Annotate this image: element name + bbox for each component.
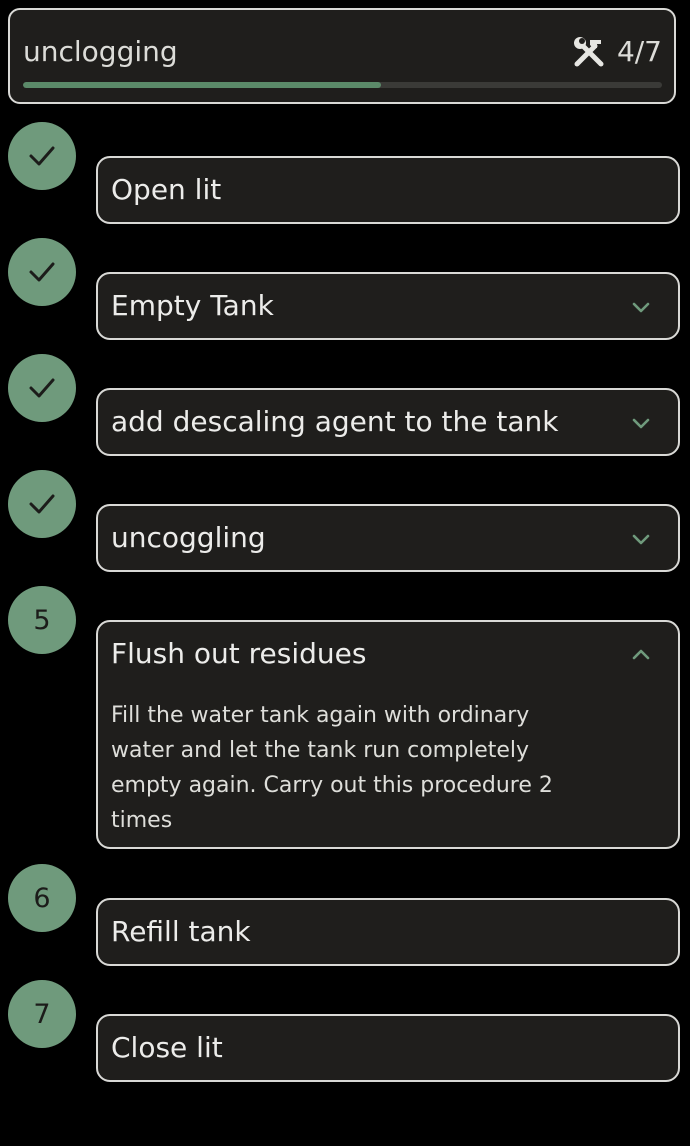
hammer-wrench-icon <box>573 37 604 67</box>
step-card-expanded[interactable]: Flush out residues Fill the water tank a… <box>96 620 680 849</box>
chevron-down-icon[interactable] <box>628 410 654 436</box>
step-label: uncoggling <box>111 521 266 554</box>
step-5-number: 5 <box>8 586 76 654</box>
step-label: Close lit <box>111 1031 223 1064</box>
chevron-up-icon[interactable] <box>628 642 654 668</box>
step-2-status <box>8 238 76 306</box>
step-card[interactable]: Refill tank <box>96 898 680 966</box>
step-card[interactable]: Open lit <box>96 156 680 224</box>
checkmark-icon <box>29 494 55 514</box>
chevron-down-icon[interactable] <box>628 294 654 320</box>
checkmark-icon <box>29 262 55 282</box>
chevron-down-icon[interactable] <box>628 526 654 552</box>
checkmark-icon <box>29 146 55 166</box>
header-title: unclogging <box>23 35 178 68</box>
step-description: Fill the water tank again with ordinary … <box>111 703 553 833</box>
step-card[interactable]: Empty Tank <box>96 272 680 340</box>
progress-bar-fill <box>23 82 381 88</box>
step-label: Flush out residues <box>111 637 367 670</box>
step-label: Open lit <box>111 173 222 206</box>
step-1-status <box>8 122 76 190</box>
progress-count: 4/7 <box>616 35 662 68</box>
progress-header: unclogging 4/7 <box>8 8 676 104</box>
step-7-number: 7 <box>8 980 76 1048</box>
header-tools: 4/7 <box>571 34 662 70</box>
step-3-status <box>8 354 76 422</box>
progress-bar <box>23 82 662 88</box>
step-card[interactable]: add descaling agent to the tank <box>96 388 680 456</box>
checkmark-icon <box>29 378 55 398</box>
step-label: add descaling agent to the tank <box>111 405 559 438</box>
step-card[interactable]: Close lit <box>96 1014 680 1082</box>
step-label: Refill tank <box>111 915 251 948</box>
step-card[interactable]: uncoggling <box>96 504 680 572</box>
step-label: Empty Tank <box>111 289 274 322</box>
step-4-status <box>8 470 76 538</box>
step-6-number: 6 <box>8 864 76 932</box>
